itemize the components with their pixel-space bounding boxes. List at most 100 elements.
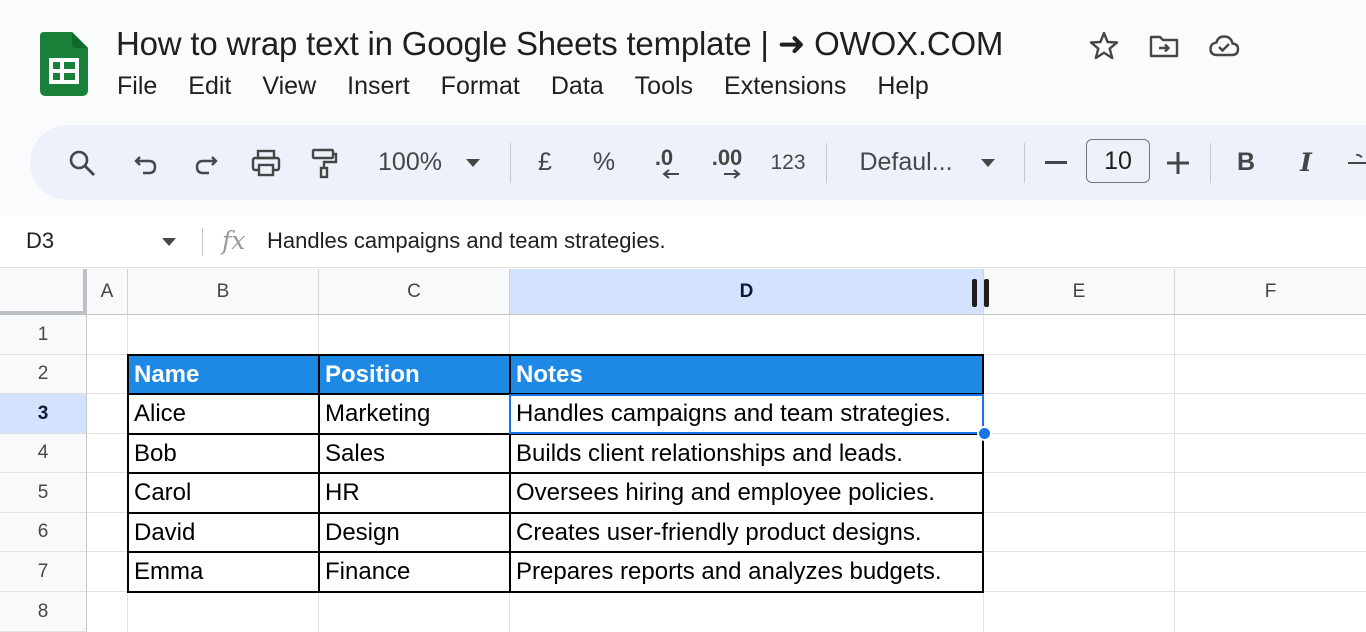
- row-header-6[interactable]: 6: [0, 513, 87, 552]
- toolbar-divider: [826, 143, 827, 183]
- row-header-5[interactable]: 5: [0, 473, 87, 513]
- cell-c3[interactable]: Marketing: [319, 394, 510, 434]
- italic-button[interactable]: I: [1290, 125, 1322, 200]
- cell-b4[interactable]: Bob: [128, 434, 319, 473]
- menu-edit[interactable]: Edit: [188, 72, 231, 101]
- toolbar: 100% £ % .0 .00 123 Defaul... 10 B I: [30, 125, 1366, 200]
- toolbar-divider: [1210, 143, 1211, 183]
- decrease-font-size-button[interactable]: [1042, 125, 1070, 200]
- print-icon: [251, 149, 281, 176]
- move-folder-icon[interactable]: [1148, 30, 1180, 62]
- currency-format-button[interactable]: £: [530, 125, 560, 200]
- increase-decimal-button[interactable]: .00: [704, 125, 750, 200]
- cell-c7[interactable]: Finance: [319, 552, 510, 592]
- select-all-corner[interactable]: [0, 269, 87, 315]
- cell-c4[interactable]: Sales: [319, 434, 510, 473]
- column-resize-handle-icon[interactable]: [972, 279, 992, 307]
- menu-bar: File Edit View Insert Format Data Tools …: [117, 72, 960, 101]
- table-border: [127, 591, 984, 593]
- font-family-select[interactable]: Defaul...: [852, 125, 1002, 200]
- column-header-d[interactable]: D: [510, 269, 984, 315]
- spreadsheet-grid: A B C D E F 1 2 3 4 5 6 7 8 Name Positio…: [0, 269, 1366, 632]
- cell-b3[interactable]: Alice: [128, 394, 319, 434]
- cell-d2[interactable]: Notes: [510, 355, 984, 394]
- row-header-7[interactable]: 7: [0, 552, 87, 592]
- cell-b5[interactable]: Carol: [128, 473, 319, 513]
- plus-icon: [1167, 151, 1189, 174]
- column-header-e[interactable]: E: [984, 269, 1175, 315]
- strikethrough-icon: [1348, 153, 1366, 164]
- decrease-decimal-button[interactable]: .0: [644, 125, 684, 200]
- more-formats-button[interactable]: 123: [766, 125, 810, 200]
- paint-format-icon: [311, 148, 338, 178]
- strikethrough-button[interactable]: [1348, 125, 1366, 200]
- dropdown-caret-icon: [980, 158, 995, 167]
- fill-handle[interactable]: [977, 426, 992, 441]
- menu-format[interactable]: Format: [441, 72, 520, 101]
- row-header-8[interactable]: 8: [0, 592, 87, 632]
- minus-icon: [1045, 160, 1067, 164]
- row-header-1[interactable]: 1: [0, 315, 87, 355]
- cell-b6[interactable]: David: [128, 513, 319, 552]
- cell-d4[interactable]: Builds client relationships and leads.: [510, 434, 984, 473]
- cell-d6[interactable]: Creates user-friendly product designs.: [510, 513, 984, 552]
- zoom-select[interactable]: 100%: [370, 125, 488, 200]
- column-header-c[interactable]: C: [319, 269, 510, 315]
- formula-input[interactable]: Handles campaigns and team strategies.: [267, 228, 666, 254]
- name-box[interactable]: D3: [26, 228, 54, 254]
- cell-d7[interactable]: Prepares reports and analyzes budgets.: [510, 552, 984, 592]
- table-border: [127, 472, 984, 474]
- table-border: [127, 354, 984, 356]
- table-border: [127, 354, 129, 593]
- column-header-a[interactable]: A: [87, 269, 128, 315]
- redo-icon: [195, 155, 218, 174]
- fx-icon: fx: [222, 226, 246, 255]
- cloud-saved-icon[interactable]: [1208, 30, 1240, 62]
- undo-button[interactable]: [128, 125, 164, 200]
- table-border: [127, 512, 984, 514]
- dropdown-caret-icon[interactable]: [162, 238, 176, 246]
- cell-d5[interactable]: Oversees hiring and employee policies.: [510, 473, 984, 513]
- menu-help[interactable]: Help: [877, 72, 928, 101]
- bold-button[interactable]: B: [1230, 125, 1262, 200]
- arrow-left-icon: [662, 168, 679, 179]
- font-size-input[interactable]: 10: [1086, 139, 1150, 183]
- print-button[interactable]: [246, 125, 286, 200]
- menu-insert[interactable]: Insert: [347, 72, 410, 101]
- menu-view[interactable]: View: [262, 72, 316, 101]
- column-header-f[interactable]: F: [1175, 269, 1366, 315]
- formula-bar-divider: [202, 228, 203, 256]
- percent-format-button[interactable]: %: [588, 125, 620, 200]
- search-menus-button[interactable]: [60, 125, 104, 200]
- toolbar-divider: [510, 143, 511, 183]
- sheets-logo-icon[interactable]: [40, 32, 88, 96]
- arrow-right-icon: [724, 168, 741, 179]
- menu-extensions[interactable]: Extensions: [724, 72, 846, 101]
- row-header-4[interactable]: 4: [0, 434, 87, 473]
- cell-b2[interactable]: Name: [128, 355, 319, 394]
- table-border: [318, 354, 320, 593]
- menu-file[interactable]: File: [117, 72, 157, 101]
- row-header-2[interactable]: 2: [0, 355, 87, 394]
- cell-c6[interactable]: Design: [319, 513, 510, 552]
- document-title[interactable]: How to wrap text in Google Sheets templa…: [116, 24, 1003, 63]
- star-icon[interactable]: [1088, 30, 1120, 62]
- column-header-b[interactable]: B: [128, 269, 319, 315]
- cell-c5[interactable]: HR: [319, 473, 510, 513]
- search-icon: [69, 150, 95, 176]
- row-header-3[interactable]: 3: [0, 394, 87, 434]
- active-cell-selection: [509, 394, 984, 434]
- cell-c2[interactable]: Position: [319, 355, 510, 394]
- table-border: [982, 354, 984, 593]
- increase-font-size-button[interactable]: [1164, 125, 1192, 200]
- toolbar-divider: [1024, 143, 1025, 183]
- table-border: [509, 354, 511, 593]
- dropdown-caret-icon: [465, 158, 480, 167]
- menu-data[interactable]: Data: [551, 72, 604, 101]
- gridline: [1174, 315, 1175, 632]
- cell-b7[interactable]: Emma: [128, 552, 319, 592]
- menu-tools[interactable]: Tools: [635, 72, 693, 101]
- table-border: [127, 551, 984, 553]
- paint-format-button[interactable]: [306, 125, 342, 200]
- redo-button[interactable]: [188, 125, 224, 200]
